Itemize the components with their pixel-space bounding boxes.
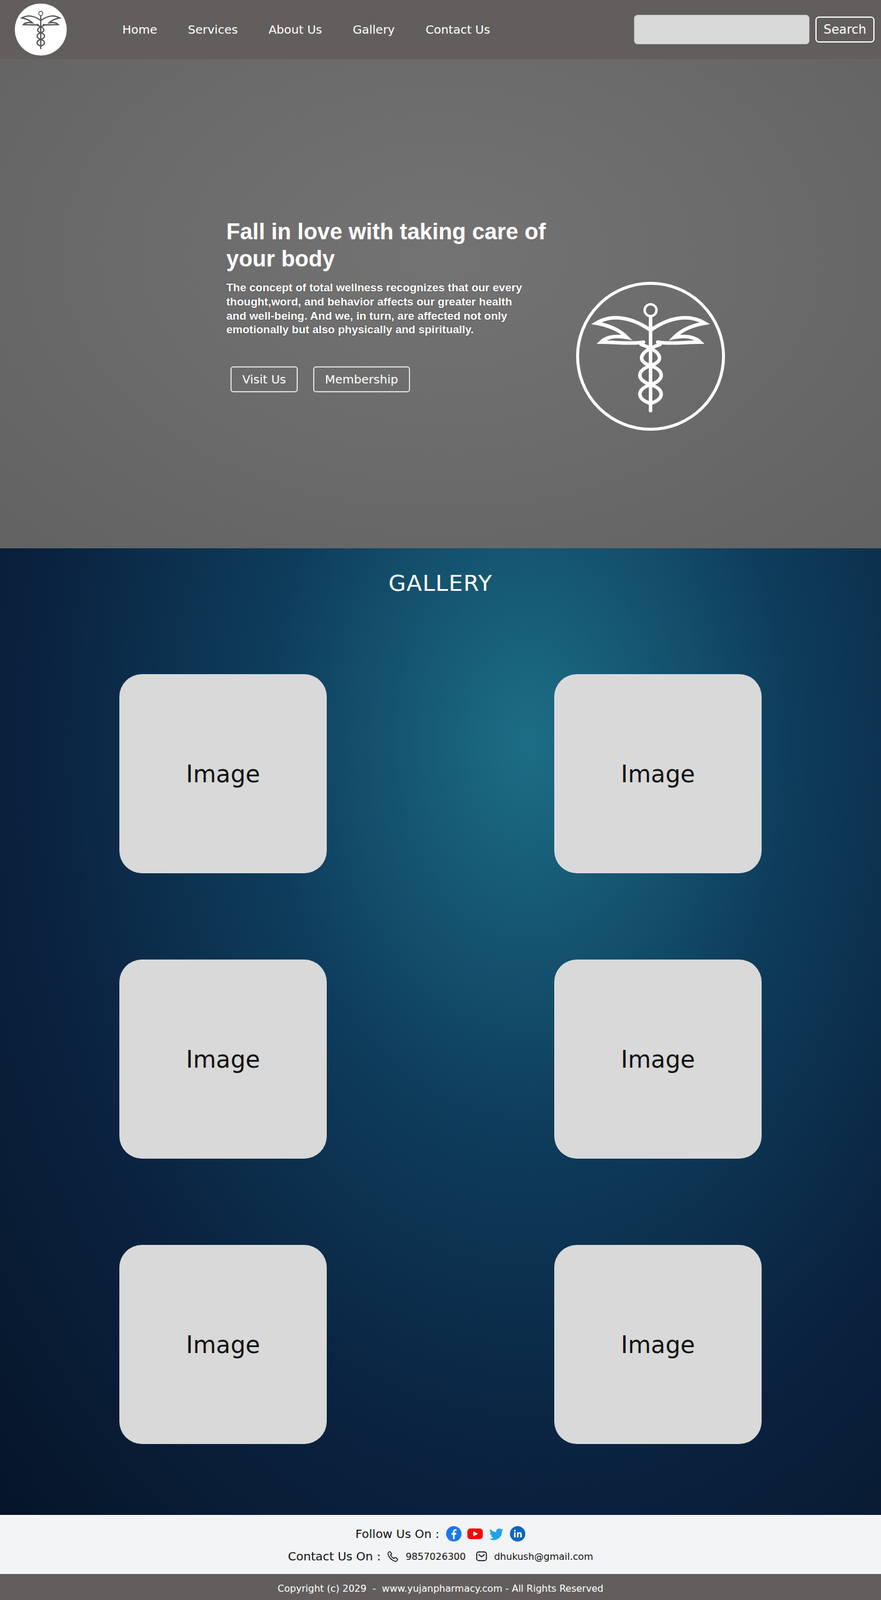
- follow-row: Follow Us On :: [355, 1525, 526, 1543]
- hero-button[interactable]: Visit Us: [230, 366, 298, 393]
- hero-button[interactable]: Membership: [313, 366, 411, 393]
- hero-buttons: Visit Us Membership: [230, 366, 568, 393]
- hero-title: Fall in love with taking care of your bo…: [226, 218, 568, 273]
- gallery-heading: GALLERY: [388, 570, 493, 597]
- nav-link[interactable]: Gallery: [352, 22, 395, 37]
- social-icons: [445, 1525, 526, 1543]
- nav-link[interactable]: Contact Us: [425, 22, 490, 37]
- emblem: [576, 281, 726, 431]
- twitter-icon: [488, 1525, 505, 1543]
- caduceus-icon: [591, 294, 710, 419]
- copyright-text: Copyright (c) 2029 - www.yujanpharmacy.c…: [277, 1582, 604, 1595]
- contact-row: Contact Us On : 9857026300 dhukush@gmail.c…: [287, 1549, 593, 1564]
- follow-label: Follow Us On :: [355, 1526, 440, 1542]
- search-button[interactable]: Search: [815, 16, 875, 43]
- gallery-label: Image: [186, 760, 260, 788]
- youtube-icon: [466, 1525, 484, 1543]
- contact-label: Contact Us On :: [287, 1549, 381, 1564]
- gallery-card[interactable]: Image: [554, 1244, 762, 1445]
- gallery-card[interactable]: Image: [119, 959, 327, 1159]
- email-address[interactable]: dhukush@gmail.com: [493, 1551, 594, 1563]
- gallery-label: Image: [186, 1045, 260, 1074]
- footer: Follow Us On : Contact Us On : 9857026300 d…: [0, 1515, 881, 1575]
- gallery-label: Image: [621, 1331, 695, 1359]
- nav-links: Home Services About Us Gallery Contact Us: [122, 22, 490, 37]
- logo[interactable]: [14, 3, 67, 56]
- gallery-label: Image: [621, 1045, 695, 1074]
- gallery-card[interactable]: Image: [119, 674, 327, 874]
- nav-link[interactable]: About Us: [268, 22, 323, 37]
- gallery-card[interactable]: Image: [554, 959, 762, 1159]
- gallery-label: Image: [621, 760, 695, 788]
- linkedin-link[interactable]: [509, 1525, 526, 1543]
- gallery-label: Image: [186, 1331, 260, 1359]
- hero-text: Fall in love with taking care of your bo…: [226, 218, 568, 393]
- linkedin-icon: [509, 1525, 526, 1543]
- youtube-link[interactable]: [466, 1525, 484, 1543]
- caduceus-icon: [20, 7, 62, 52]
- phone-number[interactable]: 9857026300: [405, 1551, 466, 1563]
- facebook-icon: [445, 1525, 463, 1543]
- facebook-link[interactable]: [445, 1525, 463, 1543]
- gallery-grid: Image Image Image Image Image Image: [119, 674, 762, 1445]
- twitter-link[interactable]: [488, 1525, 505, 1543]
- gallery-card[interactable]: Image: [554, 674, 762, 874]
- copyright-bar: Copyright (c) 2029 - www.yujanpharmacy.c…: [0, 1574, 881, 1600]
- search-bar: Search: [634, 14, 875, 45]
- top-nav: Home Services About Us Gallery Contact Us Sea…: [0, 0, 881, 60]
- search-input[interactable]: [634, 14, 810, 45]
- gallery-card[interactable]: Image: [119, 1244, 327, 1445]
- hero: Fall in love with taking care of your bo…: [0, 59, 881, 549]
- phone-icon: [386, 1549, 400, 1563]
- nav-link[interactable]: Home: [122, 22, 158, 37]
- mail-icon: [475, 1549, 489, 1563]
- gallery: GALLERY Image Image Image Image Image Image: [0, 548, 881, 1516]
- hero-paragraph: The concept of total wellness recognizes…: [226, 280, 534, 337]
- nav-link[interactable]: Services: [187, 22, 238, 37]
